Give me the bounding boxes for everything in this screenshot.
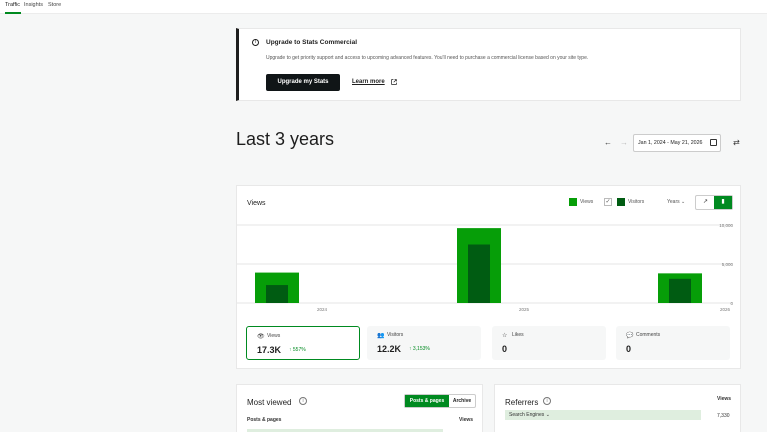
y-tick-label: 0 bbox=[730, 301, 733, 306]
bar-chart-icon[interactable]: ▮ bbox=[714, 196, 732, 209]
visitors-checkbox[interactable]: ✓ bbox=[604, 198, 612, 206]
legend-visitors-label: Visitors bbox=[628, 199, 645, 205]
help-icon[interactable]: i bbox=[543, 397, 551, 405]
upgrade-notice: i Upgrade to Stats Commercial Upgrade to… bbox=[236, 28, 741, 101]
active-tab-indicator bbox=[5, 12, 21, 14]
stat-comments[interactable]: 💬 Comments 0 bbox=[616, 326, 730, 360]
y-tick-label: 10,000 bbox=[719, 223, 733, 228]
line-chart-icon[interactable]: ↗ bbox=[696, 196, 715, 209]
stat-label: Views bbox=[267, 333, 281, 339]
page-title: Last 3 years bbox=[236, 129, 335, 149]
most-viewed-segmented-control: Posts & pages Archive bbox=[404, 394, 476, 408]
tab-posts-pages[interactable]: Posts & pages bbox=[405, 395, 449, 407]
period-select-label: Years bbox=[667, 199, 680, 205]
stat-views[interactable]: 👁 Views 17.3K ↑ 557% bbox=[246, 326, 360, 360]
most-viewed-title: Most viewed bbox=[247, 398, 292, 407]
comment-icon: 💬 bbox=[626, 333, 634, 339]
eye-icon: 👁 bbox=[257, 334, 265, 340]
column-header-views: Views bbox=[717, 396, 732, 402]
period-select[interactable]: Years ⌄ bbox=[667, 199, 685, 205]
notice-title: Upgrade to Stats Commercial bbox=[266, 39, 358, 46]
learn-more-link[interactable]: Learn more bbox=[352, 79, 385, 85]
stat-value: 17.3K bbox=[257, 345, 282, 355]
stat-label: Likes bbox=[512, 332, 524, 338]
legend-views-swatch[interactable] bbox=[569, 198, 577, 206]
notice-description: Upgrade to get priority support and acce… bbox=[266, 55, 589, 61]
people-icon: 👥 bbox=[377, 333, 385, 339]
bar-visitors bbox=[669, 278, 691, 303]
y-tick-label: 5,000 bbox=[722, 262, 734, 267]
chart-title: Views bbox=[247, 200, 266, 207]
calendar-icon bbox=[710, 139, 717, 146]
stat-label: Comments bbox=[636, 332, 661, 338]
date-range-label: Jan 1, 2024 - May 21, 2026 bbox=[638, 140, 703, 146]
legend-views-label: Views bbox=[580, 199, 594, 205]
chevron-down-icon: ⌄ bbox=[545, 412, 550, 418]
star-icon: ☆ bbox=[502, 333, 508, 339]
tab-store[interactable]: Store bbox=[48, 2, 61, 8]
stat-value: 12.2K bbox=[377, 344, 402, 354]
external-link-icon bbox=[391, 79, 397, 85]
upgrade-button[interactable]: Upgrade my Stats bbox=[266, 74, 340, 91]
filter-icon[interactable]: ⇄ bbox=[733, 138, 740, 147]
legend-visitors-swatch[interactable] bbox=[617, 198, 625, 206]
referrers-title: Referrers bbox=[505, 398, 539, 407]
stat-visitors[interactable]: 👥 Visitors 12.2K ↑ 3,153% bbox=[367, 326, 481, 360]
referrers-card: Referrers i Views Search Engines ⌄ 7,330 bbox=[494, 384, 741, 432]
date-range-picker[interactable]: Jan 1, 2024 - May 21, 2026 bbox=[633, 134, 721, 152]
referrer-name: Search Engines bbox=[509, 412, 545, 418]
tab-traffic[interactable]: Traffic bbox=[5, 2, 20, 8]
stat-likes[interactable]: ☆ Likes 0 bbox=[492, 326, 606, 360]
stat-change: ↑ 3,153% bbox=[409, 346, 430, 352]
referrer-row-label[interactable]: Search Engines ⌄ bbox=[509, 412, 550, 418]
help-icon[interactable]: i bbox=[299, 397, 307, 405]
stat-label: Visitors bbox=[387, 332, 404, 338]
stat-value: 0 bbox=[626, 344, 632, 354]
bar-visitors bbox=[266, 285, 288, 303]
x-tick-label: 2026 bbox=[720, 307, 731, 312]
referrer-row-value: 7,330 bbox=[717, 413, 730, 419]
stat-value: 0 bbox=[502, 344, 508, 354]
x-tick-label: 2024 bbox=[317, 307, 328, 312]
info-icon: i bbox=[252, 39, 259, 46]
x-tick-label: 2025 bbox=[519, 307, 530, 312]
previous-period-arrow-icon[interactable]: ← bbox=[604, 138, 612, 147]
most-viewed-card: Most viewed i Posts & pages Archive Post… bbox=[236, 384, 483, 432]
top-navigation: Traffic Insights Store bbox=[0, 0, 767, 14]
tab-insights[interactable]: Insights bbox=[24, 2, 43, 8]
tab-archive[interactable]: Archive bbox=[449, 395, 475, 407]
views-chart-card: Views Views ✓ Visitors Years ⌄ ↗ ▮ 10,00… bbox=[236, 185, 741, 369]
chart-type-toggle[interactable]: ↗ ▮ bbox=[695, 195, 733, 210]
bar-visitors bbox=[468, 244, 490, 303]
views-bar-chart: 10,000 5,000 0 2024 2025 2026 bbox=[237, 223, 734, 312]
column-header-posts: Posts & pages bbox=[247, 417, 282, 423]
stat-change: ↑ 557% bbox=[289, 347, 306, 353]
next-period-arrow-icon[interactable]: → bbox=[620, 138, 628, 147]
column-header-views: Views bbox=[459, 417, 474, 423]
